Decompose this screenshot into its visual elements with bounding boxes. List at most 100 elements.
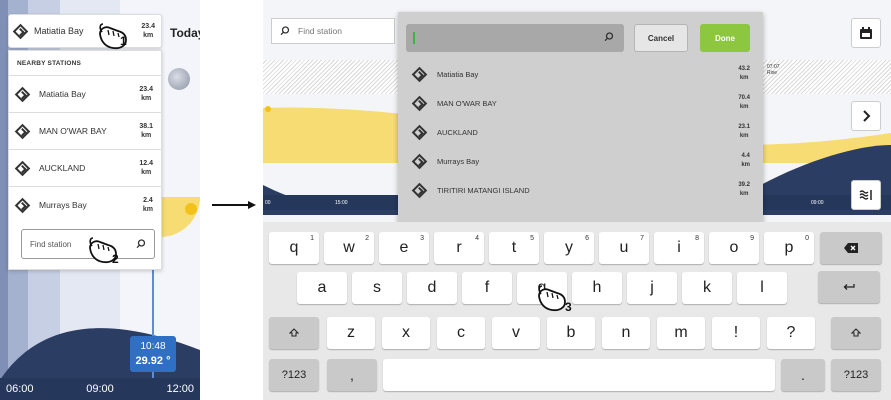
key-o[interactable]: o9: [709, 232, 759, 264]
space-key[interactable]: [383, 359, 775, 391]
result-distance: 4.4 km: [741, 152, 750, 170]
search-result-item[interactable]: TIRITIRI MATANGI ISLAND 39.2 km: [406, 176, 756, 204]
moon-icon: [168, 68, 190, 90]
direction-sign-icon: [411, 124, 428, 140]
key-d[interactable]: d: [407, 272, 457, 304]
key-number-hint: 5: [530, 235, 534, 242]
result-name: TIRITIRI MATANGI ISLAND: [437, 185, 530, 195]
selected-station-header[interactable]: Matiatia Bay 23.4 km: [8, 14, 162, 48]
shift-icon: [851, 328, 861, 337]
backspace-key[interactable]: [820, 232, 882, 264]
key-m[interactable]: m: [657, 317, 705, 349]
station-distance: 12.4 km: [139, 159, 153, 177]
symbols-key[interactable]: ?123: [269, 359, 319, 391]
key-u[interactable]: u7: [599, 232, 649, 264]
comma-key[interactable]: ,: [327, 359, 377, 391]
shift-key[interactable]: [831, 317, 881, 349]
result-distance: 70.4 km: [738, 94, 750, 112]
key-f[interactable]: f: [462, 272, 512, 304]
distance-unit: km: [143, 32, 154, 39]
find-station-input[interactable]: Find station: [271, 18, 395, 44]
key-question[interactable]: ?: [767, 317, 815, 349]
station-name: Matiatia Bay: [39, 89, 86, 99]
station-item[interactable]: AUCKLAND 12.4 km: [9, 149, 161, 186]
distance-value: 23.4: [141, 23, 155, 30]
station-item[interactable]: Murrays Bay 2.4 km: [9, 186, 161, 223]
find-station-placeholder: Find station: [30, 239, 72, 249]
pointing-hand-icon: [99, 23, 127, 50]
search-result-item[interactable]: MAN O'WAR BAY 70.4 km: [406, 89, 756, 117]
key-n[interactable]: n: [602, 317, 650, 349]
key-exclamation[interactable]: !: [712, 317, 760, 349]
key-x[interactable]: x: [382, 317, 430, 349]
tooltip-value: 29.92 °: [135, 355, 171, 367]
key-i[interactable]: i8: [654, 232, 704, 264]
key-w[interactable]: w2: [324, 232, 374, 264]
key-label: q: [289, 239, 299, 256]
done-button[interactable]: Done: [700, 24, 750, 52]
station-name: MAN O'WAR BAY: [39, 126, 107, 136]
key-q[interactable]: q1: [269, 232, 319, 264]
key-r[interactable]: r4: [434, 232, 484, 264]
station-name: Murrays Bay: [39, 200, 87, 210]
station-distance: 38.1 km: [139, 122, 153, 140]
distance-unit: km: [739, 191, 749, 197]
calendar-button[interactable]: [851, 18, 881, 48]
distance-unit: km: [741, 162, 750, 168]
station-search-field[interactable]: [406, 24, 624, 52]
direction-sign-icon: [411, 95, 428, 111]
key-s[interactable]: s: [352, 272, 402, 304]
symbols-key[interactable]: ?123: [831, 359, 881, 391]
distance-value: 23.4: [139, 86, 153, 93]
key-number-hint: 8: [695, 235, 699, 242]
distance-unit: km: [739, 133, 749, 139]
nearby-stations-panel: NEARBY STATIONS Matiatia Bay 23.4 km MAN …: [8, 50, 162, 270]
key-number-hint: 7: [640, 235, 644, 242]
result-distance: 43.2 km: [738, 65, 750, 83]
selected-station-distance: 23.4 km: [141, 22, 155, 40]
key-number-hint: 3: [420, 235, 424, 242]
key-v[interactable]: v: [492, 317, 540, 349]
result-name: Murrays Bay: [437, 156, 480, 166]
key-t[interactable]: t5: [489, 232, 539, 264]
direction-sign-icon: [12, 23, 29, 39]
key-y[interactable]: y6: [544, 232, 594, 264]
key-label: p: [784, 239, 794, 256]
key-b[interactable]: b: [547, 317, 595, 349]
search-result-item[interactable]: AUCKLAND 23.1 km: [406, 118, 756, 146]
period-key[interactable]: .: [781, 359, 825, 391]
key-label: o: [729, 239, 739, 256]
key-z[interactable]: z: [327, 317, 375, 349]
shift-key[interactable]: [269, 317, 319, 349]
figure: Today 10:48 29.92 ° 06:00 09:00 12:00 Ma…: [0, 0, 891, 400]
cancel-button[interactable]: Cancel: [634, 24, 688, 52]
key-a[interactable]: a: [297, 272, 347, 304]
time-tick: 00: [265, 200, 271, 206]
enter-key[interactable]: [818, 271, 880, 303]
shift-icon: [289, 328, 299, 337]
time-tick: 09:00: [811, 200, 824, 206]
search-result-item[interactable]: Murrays Bay 4.4 km: [406, 147, 756, 175]
transition-arrow-icon: [212, 201, 256, 209]
tablet-screen: 00 15:00 09:00 07:07 Rise Find station C…: [263, 0, 891, 400]
next-button[interactable]: [851, 101, 881, 131]
key-j[interactable]: j: [627, 272, 677, 304]
search-icon: [280, 26, 290, 36]
direction-sign-icon: [411, 66, 428, 82]
key-number-hint: 2: [365, 235, 369, 242]
station-item[interactable]: Matiatia Bay 23.4 km: [9, 75, 161, 112]
key-e[interactable]: e3: [379, 232, 429, 264]
time-tick: 15:00: [335, 200, 348, 206]
tide-layer-button[interactable]: [851, 180, 881, 210]
key-k[interactable]: k: [682, 272, 732, 304]
key-h[interactable]: h: [572, 272, 622, 304]
key-l[interactable]: l: [737, 272, 787, 304]
step-number: 2: [112, 252, 119, 266]
key-p[interactable]: p0: [764, 232, 814, 264]
search-result-item[interactable]: Matiatia Bay 43.2 km: [406, 60, 756, 88]
key-number-hint: 1: [310, 235, 314, 242]
station-item[interactable]: MAN O'WAR BAY 38.1 km: [9, 112, 161, 149]
on-screen-keyboard: q1w2e3r4t5y6u7i8o9p0 asdfghjkl z x c v b n m!?…: [263, 222, 891, 400]
time-tick: 06:00: [6, 383, 34, 395]
key-c[interactable]: c: [437, 317, 485, 349]
